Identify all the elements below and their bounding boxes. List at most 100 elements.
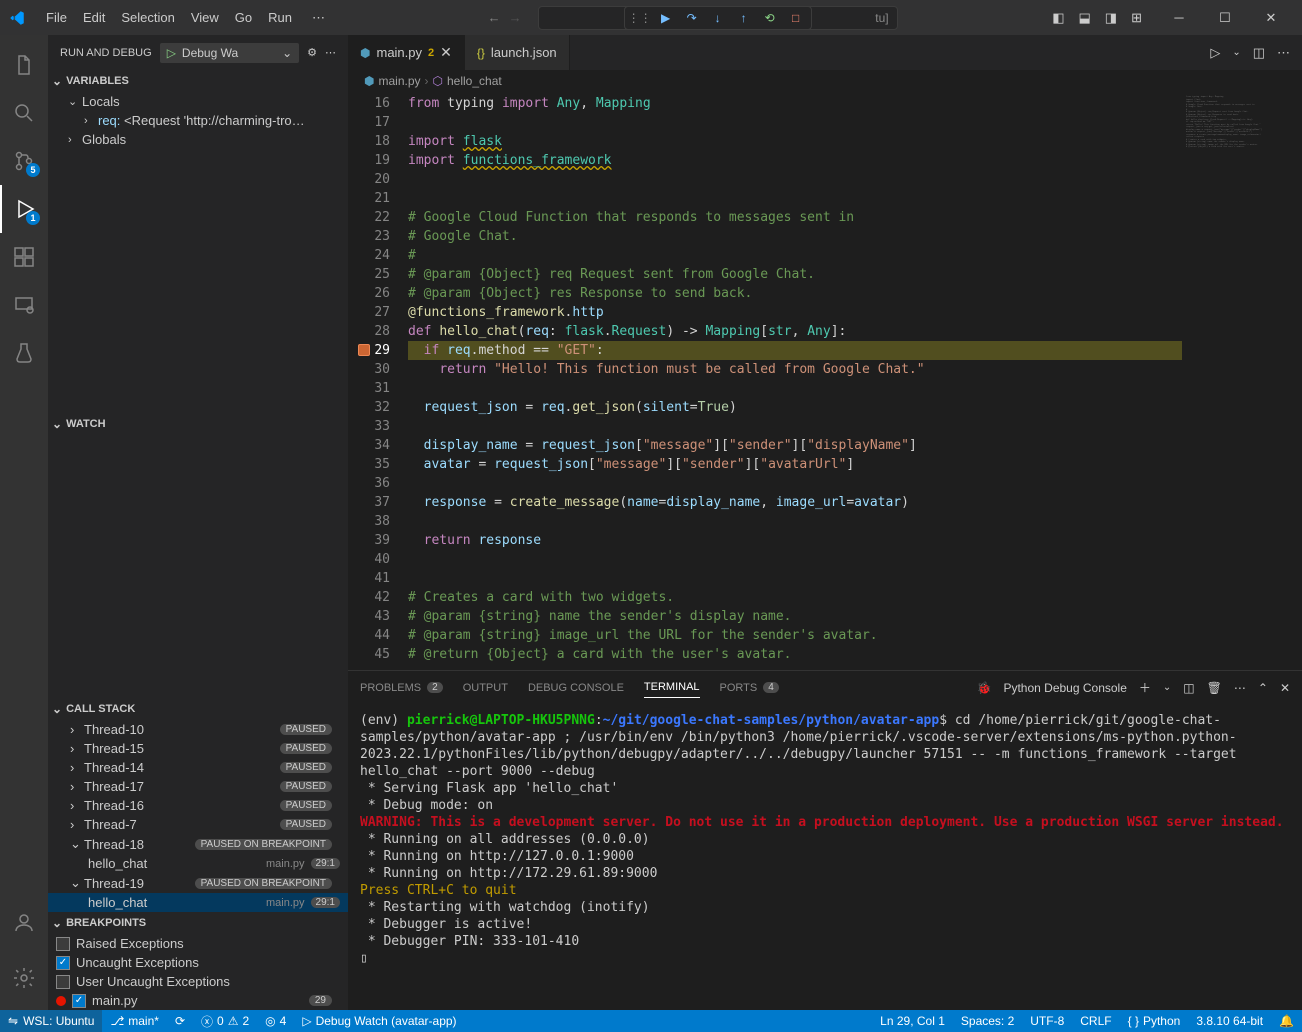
activity-extensions[interactable] xyxy=(0,233,48,281)
gear-icon[interactable]: ⚙ xyxy=(307,46,317,59)
current-line-glyph xyxy=(358,344,370,356)
activity-source-control[interactable]: 5 xyxy=(0,137,48,185)
debug-grip-icon[interactable]: ⋮⋮ xyxy=(631,9,649,27)
status-problems[interactable]: ⓧ0⚠2 xyxy=(193,1010,257,1032)
panel-tab-problems[interactable]: PROBLEMS2 xyxy=(360,678,443,698)
run-config-select[interactable]: ▷ Debug Wa ⌄ xyxy=(160,43,299,63)
kill-terminal-icon[interactable]: 🗑 xyxy=(1207,681,1222,695)
chevron-icon: › xyxy=(70,798,84,813)
tab-main.py[interactable]: ⬢main.py2✕ xyxy=(348,35,465,70)
thread-row[interactable]: ›Thread-17PAUSED xyxy=(48,777,348,796)
checkbox[interactable]: ✓ xyxy=(72,994,86,1008)
minimap[interactable]: from typing import Any, Mappingimport fl… xyxy=(1182,92,1302,670)
nav-back-icon[interactable]: ← xyxy=(488,10,501,25)
section-breakpoints[interactable]: ⌄BREAKPOINTS xyxy=(48,912,348,934)
thread-row[interactable]: ⌄Thread-19PAUSED ON BREAKPOINT xyxy=(48,873,348,893)
tab-launch.json[interactable]: {}launch.json xyxy=(465,35,570,70)
layout-panel-icon[interactable]: ⬓ xyxy=(1079,10,1091,26)
status-indent[interactable]: Spaces: 2 xyxy=(953,1010,1022,1032)
breakpoint-option[interactable]: ✓Uncaught Exceptions xyxy=(48,953,348,972)
menu-overflow[interactable]: ⋯ xyxy=(304,6,333,30)
checkbox[interactable] xyxy=(56,975,70,989)
status-cursor[interactable]: Ln 29, Col 1 xyxy=(872,1010,953,1032)
menu-file[interactable]: File xyxy=(38,6,75,29)
status-language[interactable]: { }Python xyxy=(1120,1010,1189,1032)
menu-go[interactable]: Go xyxy=(227,6,260,29)
close-icon[interactable]: ✕ xyxy=(440,44,452,61)
status-notifications[interactable]: 🔔 xyxy=(1271,1010,1302,1032)
breakpoint-file[interactable]: ✓main.py29 xyxy=(48,991,348,1010)
close-panel-icon[interactable]: ✕ xyxy=(1280,681,1290,695)
thread-row[interactable]: ›Thread-16PAUSED xyxy=(48,796,348,815)
scope-locals[interactable]: ⌄Locals xyxy=(48,92,348,111)
menu-run[interactable]: Run xyxy=(260,6,300,29)
stack-frame[interactable]: hello_chatmain.py29:1 xyxy=(48,893,348,912)
stack-frame[interactable]: hello_chatmain.py29:1 xyxy=(48,854,348,873)
debug-stop-icon[interactable]: □ xyxy=(787,9,805,27)
editor[interactable]: 1617181920212223242526272829303132333435… xyxy=(348,92,1302,670)
activity-accounts[interactable] xyxy=(0,898,48,946)
activity-remote[interactable] xyxy=(0,281,48,329)
activity-search[interactable] xyxy=(0,89,48,137)
maximize-panel-icon[interactable]: ⌃ xyxy=(1258,681,1268,695)
menu-edit[interactable]: Edit xyxy=(75,6,113,29)
chevron-down-icon[interactable]: ⌄ xyxy=(1232,47,1240,58)
menu-view[interactable]: View xyxy=(183,6,227,29)
run-file-icon[interactable]: ▷ xyxy=(1210,45,1220,61)
thread-row[interactable]: ⌄Thread-18PAUSED ON BREAKPOINT xyxy=(48,834,348,854)
section-variables[interactable]: ⌄VARIABLES xyxy=(48,70,348,92)
thread-row[interactable]: ›Thread-7PAUSED xyxy=(48,815,348,834)
terminal[interactable]: (env) pierrick@LAPTOP-HKU5PNNG:~/git/goo… xyxy=(348,704,1302,1010)
activity-explorer[interactable] xyxy=(0,41,48,89)
thread-row[interactable]: ›Thread-10PAUSED xyxy=(48,720,348,739)
debug-stepout-icon[interactable]: ↑ xyxy=(735,9,753,27)
layout-custom-icon[interactable]: ⊞ xyxy=(1131,10,1142,26)
thread-row[interactable]: ›Thread-14PAUSED xyxy=(48,758,348,777)
breadcrumb[interactable]: ⬢ main.py › ⬡ hello_chat xyxy=(348,70,1302,92)
debug-continue-icon[interactable]: ▶ xyxy=(657,9,675,27)
layout-sidebar-left-icon[interactable]: ◧ xyxy=(1052,10,1064,26)
activity-testing[interactable] xyxy=(0,329,48,377)
breakpoint-option[interactable]: User Uncaught Exceptions xyxy=(48,972,348,991)
window-close[interactable]: ✕ xyxy=(1248,0,1294,35)
split-editor-icon[interactable]: ◫ xyxy=(1253,45,1265,61)
status-python[interactable]: 3.8.10 64-bit xyxy=(1188,1010,1271,1032)
activity-run-debug[interactable]: 1 xyxy=(0,185,48,233)
command-center[interactable]: ⋮⋮ ▶ ↷ ↓ ↑ ⟲ □ tu] xyxy=(538,6,898,30)
debug-stepover-icon[interactable]: ↷ xyxy=(683,9,701,27)
more-icon[interactable]: ⋯ xyxy=(325,46,336,59)
status-remote[interactable]: ⇋WSL: Ubuntu xyxy=(0,1010,102,1032)
status-branch[interactable]: ⎇main* xyxy=(102,1010,167,1032)
more-icon[interactable]: ⋯ xyxy=(1234,681,1246,695)
window-maximize[interactable]: ☐ xyxy=(1202,0,1248,35)
panel-tab-output[interactable]: OUTPUT xyxy=(463,678,508,698)
thread-row[interactable]: ›Thread-15PAUSED xyxy=(48,739,348,758)
status-sync[interactable]: ⟳ xyxy=(167,1010,193,1032)
scope-globals[interactable]: ›Globals xyxy=(48,130,348,149)
split-terminal-icon[interactable]: ◫ xyxy=(1183,681,1194,695)
section-callstack[interactable]: ⌄CALL STACK xyxy=(48,698,348,720)
section-watch[interactable]: ⌄WATCH xyxy=(48,413,348,435)
layout-sidebar-right-icon[interactable]: ◨ xyxy=(1105,10,1117,26)
chevron-down-icon[interactable]: ⌄ xyxy=(1163,682,1171,693)
debug-stepinto-icon[interactable]: ↓ xyxy=(709,9,727,27)
checkbox[interactable]: ✓ xyxy=(56,956,70,970)
panel-tab-ports[interactable]: PORTS4 xyxy=(720,678,779,698)
status-eol[interactable]: CRLF xyxy=(1072,1010,1119,1032)
activity-settings[interactable] xyxy=(0,954,48,1002)
panel-tab-terminal[interactable]: TERMINAL xyxy=(644,677,700,698)
debug-restart-icon[interactable]: ⟲ xyxy=(761,9,779,27)
var-req[interactable]: ›req: <Request 'http://charming-tro… xyxy=(48,111,348,130)
terminal-selector[interactable]: Python Debug Console xyxy=(1003,681,1126,695)
status-ports[interactable]: ◎4 xyxy=(257,1010,294,1032)
nav-forward-icon[interactable]: → xyxy=(509,10,522,25)
checkbox[interactable] xyxy=(56,937,70,951)
add-terminal-icon[interactable]: ＋ xyxy=(1139,679,1151,696)
panel-tab-debug console[interactable]: DEBUG CONSOLE xyxy=(528,678,624,698)
more-icon[interactable]: ⋯ xyxy=(1277,45,1290,61)
status-debug[interactable]: ▷Debug Watch (avatar-app) xyxy=(294,1010,464,1032)
status-encoding[interactable]: UTF-8 xyxy=(1022,1010,1072,1032)
breakpoint-option[interactable]: Raised Exceptions xyxy=(48,934,348,953)
menu-selection[interactable]: Selection xyxy=(113,6,182,29)
window-minimize[interactable]: ─ xyxy=(1156,0,1202,35)
